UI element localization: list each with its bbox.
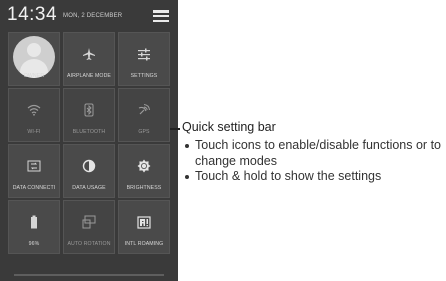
phone-screen: 14:34 MON, 2 DECEMBER OWNER AIRPLANE MOD… — [0, 0, 178, 281]
bluetooth-icon — [64, 101, 114, 119]
annotation-bullet: Touch icons to enable/disable functions … — [185, 138, 443, 169]
roaming-icon — [119, 213, 169, 231]
brightness-icon — [119, 157, 169, 175]
drag-handle[interactable] — [14, 274, 164, 276]
gps-icon — [119, 101, 169, 119]
tile-label: GPS — [138, 129, 150, 135]
tile-label: BLUETOOTH — [72, 129, 106, 135]
tile-gps[interactable]: GPS — [118, 88, 170, 142]
clock: 14:34 — [7, 4, 58, 25]
wifi-icon — [9, 101, 59, 119]
tile-bluetooth[interactable]: BLUETOOTH — [63, 88, 115, 142]
date: MON, 2 DECEMBER — [63, 13, 123, 19]
data-usage-icon — [64, 157, 114, 175]
annotation-bullet: Touch & hold to show the settings — [185, 169, 443, 185]
owner-avatar-icon — [13, 36, 55, 78]
menu-icon[interactable] — [153, 10, 169, 23]
tile-label: 96% — [28, 241, 40, 247]
tile-label: SETTINGS — [130, 73, 158, 79]
tile-brightness[interactable]: BRIGHTNESS — [118, 144, 170, 198]
tile-auto-rotation[interactable]: AUTO ROTATION — [63, 200, 115, 254]
status-bar: 14:34 MON, 2 DECEMBER — [0, 0, 178, 30]
tile-label: INTL ROAMING — [124, 241, 164, 247]
tile-settings[interactable]: SETTINGS — [118, 32, 170, 86]
tile-airplane-mode[interactable]: AIRPLANE MODE — [63, 32, 115, 86]
tile-label: DATA CONNECTI — [12, 185, 56, 191]
sliders-icon — [119, 45, 169, 63]
tile-battery: 96% — [8, 200, 60, 254]
tile-intl-roaming[interactable]: INTL ROAMING — [118, 200, 170, 254]
tile-label: OWNER — [23, 73, 45, 79]
airplane-icon — [64, 45, 114, 63]
callout-line — [170, 128, 180, 130]
data-connection-icon — [9, 157, 59, 175]
annotation-bullets: Touch icons to enable/disable functions … — [185, 138, 443, 185]
tile-wifi[interactable]: WI-FI — [8, 88, 60, 142]
tile-data-usage[interactable]: DATA USAGE — [63, 144, 115, 198]
tile-label: AUTO ROTATION — [67, 241, 111, 247]
tile-owner[interactable]: OWNER — [8, 32, 60, 86]
callout-title: Quick setting bar — [182, 120, 276, 134]
tile-label: AIRPLANE MODE — [67, 73, 111, 79]
tile-label: WI-FI — [27, 129, 41, 135]
tile-label: DATA USAGE — [72, 185, 106, 191]
tile-label: BRIGHTNESS — [126, 185, 162, 191]
auto-rotation-icon — [64, 213, 114, 231]
tile-data-connection[interactable]: DATA CONNECTI — [8, 144, 60, 198]
battery-icon — [9, 213, 59, 231]
page: 14:34 MON, 2 DECEMBER OWNER AIRPLANE MOD… — [0, 0, 446, 281]
